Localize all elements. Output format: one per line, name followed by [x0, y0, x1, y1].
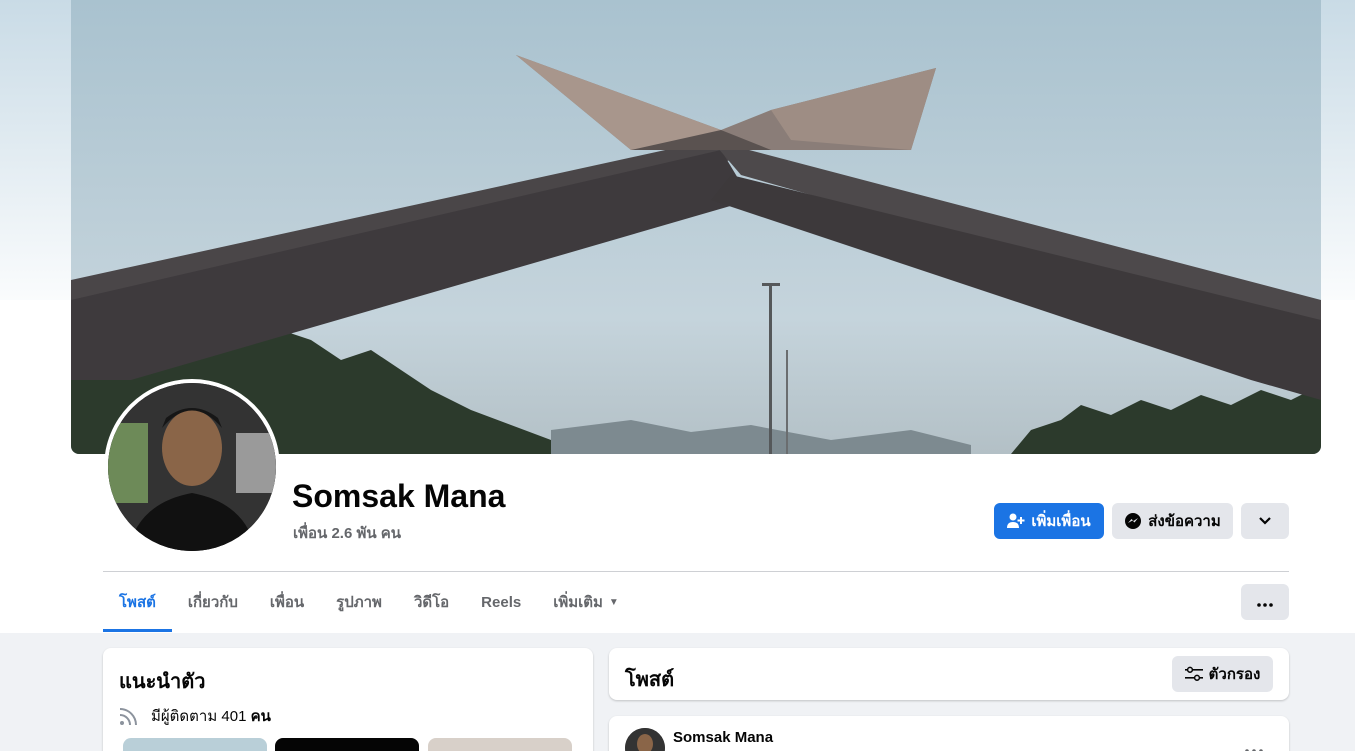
featured-photo-2[interactable] — [275, 738, 419, 751]
cover-photo[interactable] — [71, 0, 1321, 454]
caret-down-icon: ▼ — [608, 596, 619, 608]
intro-card: แนะนำตัว มีผู้ติดตาม 401 คน — [103, 648, 593, 751]
post-options-icon[interactable] — [1245, 740, 1263, 751]
friends-count-link[interactable]: เพื่อน 2.6 พัน คน — [293, 521, 401, 545]
intro-title: แนะนำตัว — [119, 671, 206, 693]
tabs-more-button[interactable] — [1241, 584, 1289, 620]
tab-reels[interactable]: Reels — [465, 572, 537, 632]
tab-posts[interactable]: โพสต์ — [103, 572, 172, 632]
ellipsis-icon — [1257, 594, 1273, 611]
tab-label: วิดีโอ — [413, 594, 450, 611]
followers-row[interactable]: มีผู้ติดตาม 401 คน — [119, 704, 271, 728]
add-friend-button[interactable]: เพิ่มเพื่อน — [994, 503, 1104, 539]
tab-friends[interactable]: เพื่อน — [254, 572, 320, 632]
tab-more[interactable]: เพิ่มเติม ▼ — [537, 572, 635, 632]
tab-label: เพื่อน — [269, 594, 305, 611]
profile-name: Somsak Mana — [292, 478, 506, 514]
filter-icon — [1184, 666, 1203, 682]
tab-about[interactable]: เกี่ยวกับ — [172, 572, 254, 632]
posts-title: โพสต์ — [625, 669, 675, 691]
filter-label: ตัวกรอง — [1208, 666, 1261, 683]
tab-videos[interactable]: วิดีโอ — [398, 572, 465, 632]
chevron-down-icon — [1258, 513, 1272, 530]
profile-avatar[interactable] — [104, 379, 280, 555]
posts-header-card: โพสต์ ตัวกรอง — [609, 648, 1289, 700]
featured-photo-1[interactable] — [123, 738, 267, 751]
add-friend-icon — [1007, 513, 1025, 529]
tab-label: Reels — [481, 593, 522, 611]
message-button[interactable]: ส่งข้อความ — [1112, 503, 1233, 539]
messenger-icon — [1124, 512, 1142, 530]
tab-label: โพสต์ — [119, 594, 156, 611]
tab-label: เพิ่มเติม — [553, 594, 603, 611]
tab-label: เกี่ยวกับ — [187, 594, 238, 611]
tab-photos[interactable]: รูปภาพ — [320, 572, 398, 632]
more-options-button[interactable] — [1241, 503, 1289, 539]
post-author-avatar[interactable] — [625, 728, 665, 751]
message-label: ส่งข้อความ — [1148, 513, 1221, 530]
followers-unit: คน — [250, 708, 271, 725]
cover-photo-image — [71, 0, 1321, 454]
featured-photo-3[interactable] — [428, 738, 572, 751]
filter-button[interactable]: ตัวกรอง — [1172, 656, 1273, 692]
rss-icon — [119, 706, 139, 726]
followers-text: มีผู้ติดตาม 401 — [151, 708, 251, 725]
add-friend-label: เพิ่มเพื่อน — [1031, 513, 1091, 530]
tab-label: รูปภาพ — [336, 594, 382, 611]
profile-photo-image — [108, 383, 276, 551]
post-card: Somsak Mana — [609, 716, 1289, 751]
avatar — [108, 383, 276, 551]
post-author-name[interactable]: Somsak Mana — [673, 729, 773, 746]
profile-tabs: โพสต์ เกี่ยวกับ เพื่อน รูปภาพ วิดีโอ Ree… — [103, 572, 635, 632]
